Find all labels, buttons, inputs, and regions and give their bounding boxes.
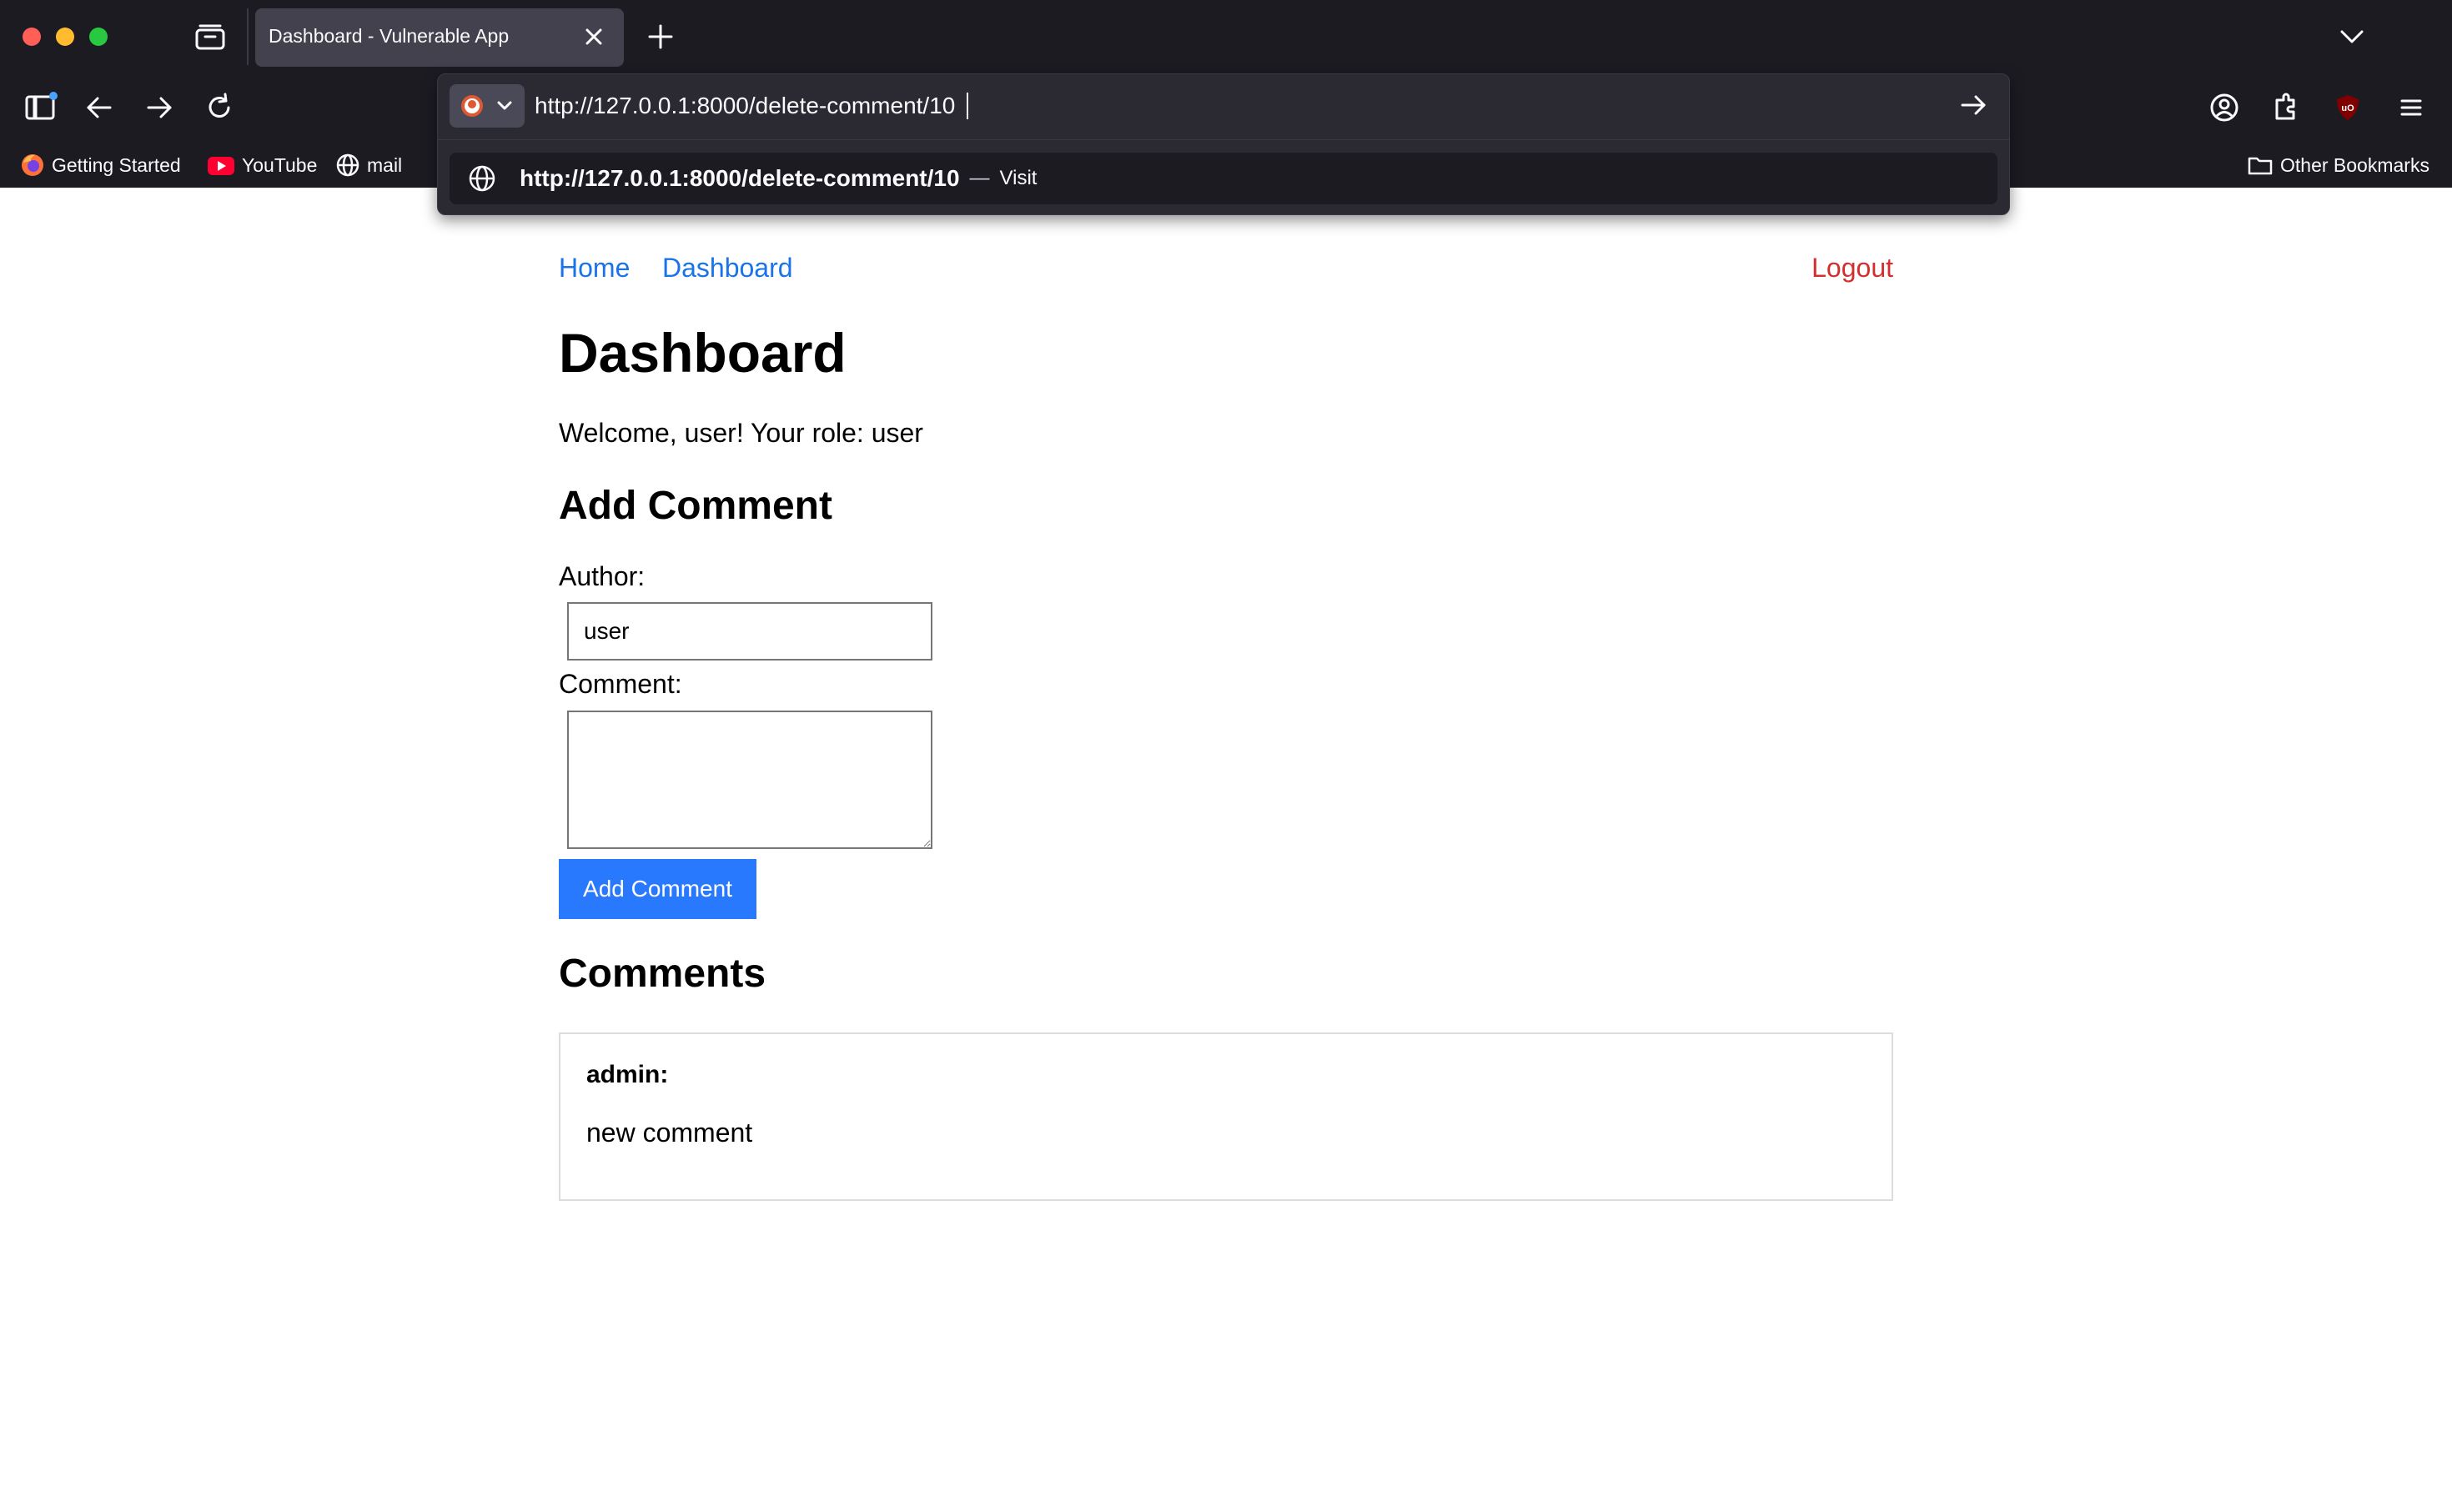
forward-arrow-icon[interactable] — [140, 88, 178, 127]
tab-title: Dashboard - Vulnerable App — [269, 25, 510, 47]
back-arrow-icon[interactable] — [80, 88, 118, 127]
title-bar: Dashboard - Vulnerable App — [0, 0, 2452, 73]
author-input[interactable] — [567, 602, 932, 661]
add-comment-heading: Add Comment — [559, 484, 832, 528]
globe-icon — [336, 153, 359, 177]
add-comment-button[interactable]: Add Comment — [559, 859, 756, 919]
ublock-shield-icon[interactable]: uO — [2329, 88, 2367, 127]
bookmark-mail[interactable]: mail — [335, 152, 402, 178]
reload-icon[interactable] — [200, 88, 239, 127]
other-bookmarks-label: Other Bookmarks — [2280, 153, 2429, 176]
folder-icon — [2248, 157, 2273, 175]
tab-overview-icon[interactable] — [193, 22, 227, 52]
globe-icon — [469, 165, 495, 192]
author-label: Author: — [559, 561, 646, 591]
chevron-down-icon[interactable] — [2335, 22, 2369, 52]
page-content: Home Dashboard Logout Dashboard Welcome,… — [559, 188, 1893, 1512]
bookmark-label: mail — [367, 153, 403, 176]
close-icon[interactable] — [579, 22, 609, 52]
comments-heading: Comments — [559, 952, 766, 996]
hamburger-menu-icon[interactable] — [2392, 88, 2430, 127]
duckduckgo-icon — [461, 95, 512, 117]
plus-icon[interactable] — [644, 20, 677, 53]
text-caret — [967, 93, 968, 119]
comment-label: Comment: — [559, 669, 682, 699]
window-maximize-button[interactable] — [89, 28, 108, 46]
home-link[interactable]: Home — [559, 253, 630, 284]
suggestion-separator: — — [969, 167, 990, 189]
url-input[interactable] — [535, 84, 1902, 128]
svg-text:uO: uO — [2341, 103, 2354, 113]
url-divider — [438, 139, 2009, 140]
bookmark-getting-started[interactable]: Getting Started — [20, 152, 181, 178]
search-engine-button[interactable] — [450, 84, 525, 128]
comment-textarea[interactable] — [567, 711, 932, 849]
other-bookmarks[interactable]: Other Bookmarks — [2247, 152, 2429, 178]
window-minimize-button[interactable] — [56, 28, 74, 46]
extensions-icon[interactable] — [2267, 88, 2305, 127]
dashboard-link[interactable]: Dashboard — [662, 253, 793, 284]
bookmark-youtube[interactable]: YouTube — [207, 152, 317, 178]
window-close-button[interactable] — [23, 28, 41, 46]
suggestion-action: Visit — [999, 167, 1038, 189]
comment-card: admin: new comment — [559, 1032, 1893, 1201]
go-arrow-icon[interactable] — [1956, 88, 1991, 123]
account-icon[interactable] — [2205, 88, 2243, 127]
page-title: Dashboard — [559, 322, 847, 384]
tab-separator — [247, 8, 249, 65]
youtube-icon — [208, 157, 234, 175]
logout-link[interactable]: Logout — [1811, 253, 1893, 284]
sidebar-icon[interactable] — [22, 88, 60, 127]
comment-author: admin: — [586, 1061, 669, 1088]
comment-text: new comment — [586, 1118, 753, 1148]
tab-active[interactable]: Dashboard - Vulnerable App — [255, 8, 624, 67]
site-navigation: Home Dashboard Logout — [559, 253, 1893, 289]
bookmark-label: Getting Started — [52, 153, 181, 176]
firefox-icon — [22, 154, 43, 176]
bookmark-label: YouTube — [242, 153, 318, 176]
welcome-message: Welcome, user! Your role: user — [559, 418, 923, 448]
